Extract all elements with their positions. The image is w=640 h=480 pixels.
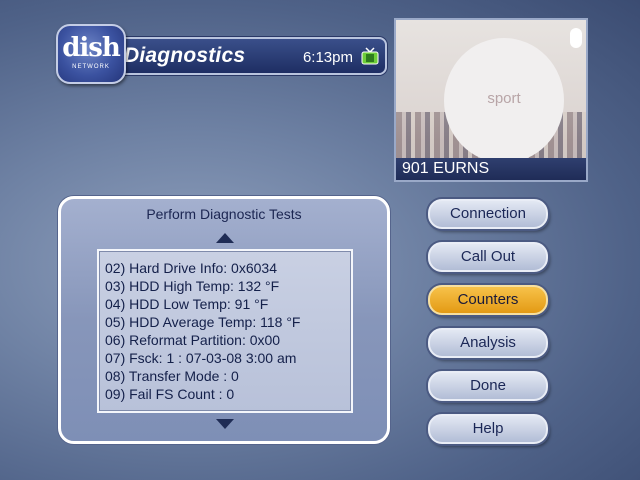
header: Diagnostics 6:13pm dish NETWORK [56, 24, 387, 84]
scroll-up-arrow-icon[interactable] [216, 233, 234, 243]
list-item[interactable]: 04) HDD Low Temp: 91 °F [105, 296, 268, 312]
connection-button[interactable]: Connection [428, 199, 548, 229]
list-item[interactable]: 06) Reformat Partition: 0x00 [105, 332, 280, 348]
page-title: Diagnostics [124, 44, 246, 67]
channel-label-text: 901 EURNS [402, 160, 490, 177]
list-item[interactable]: 02) Hard Drive Info: 0x6034 [105, 260, 277, 276]
scroll-down-arrow-icon[interactable] [216, 419, 234, 429]
title-bar: Diagnostics 6:13pm [96, 37, 387, 75]
tv-icon [361, 47, 379, 65]
list-item[interactable]: 03) HDD High Temp: 132 °F [105, 278, 279, 294]
analysis-button[interactable]: Analysis [428, 328, 548, 358]
logo-subtext: NETWORK [72, 64, 110, 70]
diagnostic-panel: Perform Diagnostic Tests 02) Hard Drive … [58, 196, 390, 444]
diagnostic-list[interactable]: 02) Hard Drive Info: 0x6034 03) HDD High… [97, 249, 353, 413]
panel-title: Perform Diagnostic Tests [146, 206, 302, 222]
done-button[interactable]: Done [428, 371, 548, 401]
dish-network-logo: dish NETWORK [56, 24, 126, 84]
preview-corner-mark [570, 28, 582, 48]
clock: 6:13pm [302, 49, 353, 66]
list-item[interactable]: 07) Fsck: 1 : 07-03-08 3:00 am [105, 350, 296, 366]
logo-text: dish [62, 33, 121, 63]
list-item[interactable]: 09) Fail FS Count : 0 [105, 386, 234, 402]
help-button[interactable]: Help [428, 414, 548, 444]
channel-label: 901 EURNS [396, 158, 586, 180]
counters-button[interactable]: Counters [428, 285, 548, 315]
list-item[interactable]: 05) HDD Average Temp: 118 °F [105, 314, 300, 330]
tv-preview: sport 901 EURNS [394, 18, 588, 182]
call-out-button[interactable]: Call Out [428, 242, 548, 272]
preview-overlay-text: sport [487, 90, 521, 107]
list-item[interactable]: 08) Transfer Mode : 0 [105, 368, 239, 384]
